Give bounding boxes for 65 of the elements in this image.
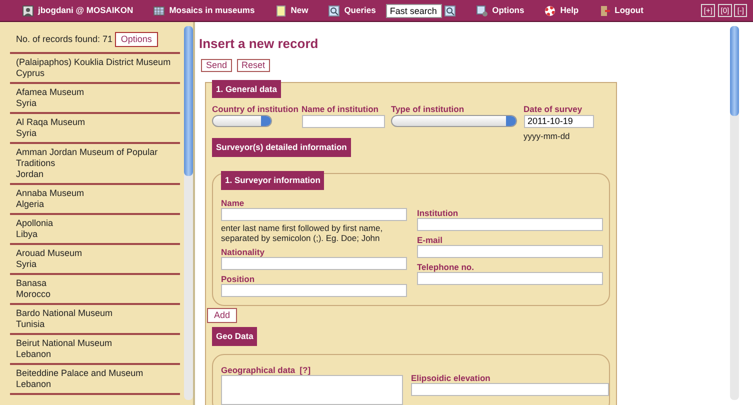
input-field[interactable] <box>221 284 407 297</box>
input-field[interactable] <box>417 218 603 231</box>
menu-link[interactable]: Queries <box>344 4 376 17</box>
records-count: No. of records found: 71 <box>16 34 113 45</box>
field-label: Type of institution <box>391 104 466 114</box>
search-field[interactable]: Fast search <box>386 4 442 18</box>
field-label: Name of institution <box>302 104 380 114</box>
input-field[interactable] <box>411 382 609 396</box>
select-field[interactable] <box>391 115 517 128</box>
field-label: Institution <box>417 208 460 218</box>
record-item[interactable]: Amman Jordan Museum of Popular Traditions Jordan <box>10 144 180 185</box>
field-label: Date of survey <box>524 104 584 114</box>
grid-icon <box>153 4 166 16</box>
field-label: Geographical data <box>221 364 296 375</box>
record-item[interactable]: (Palaipaphos) Kouklia District Museum Cyprus <box>10 54 180 84</box>
select-field[interactable] <box>212 115 272 128</box>
options-button[interactable]: Options <box>114 32 158 47</box>
format-hint: yyyy-mm-dd <box>524 131 571 142</box>
input-field[interactable]: 2011-10-19 <box>524 115 594 128</box>
scrollbar[interactable] <box>730 26 739 400</box>
menu-link[interactable]: New <box>290 4 308 17</box>
door-icon <box>598 4 611 16</box>
section-heading: Surveyor(s) detailed information <box>212 138 351 158</box>
menu-link[interactable]: Mosaics in museums <box>169 4 255 17</box>
add-button[interactable]: Add <box>207 308 238 323</box>
search-icon[interactable] <box>444 4 456 16</box>
field-label: Name <box>221 198 246 208</box>
user-icon <box>22 4 34 16</box>
form-button[interactable]: Reset <box>236 58 270 72</box>
field-label: Country of institution <box>212 104 297 114</box>
input-field[interactable] <box>221 208 407 221</box>
menu-link[interactable]: Help <box>560 4 579 17</box>
field-label: Elipsoidic elevation <box>411 372 492 383</box>
section-heading: Geo Data <box>212 326 258 346</box>
record-item[interactable]: Afamea Museum Syria <box>10 84 180 114</box>
field-label: Position <box>221 274 256 284</box>
help-link[interactable]: [?] <box>300 364 311 375</box>
record-item[interactable]: Arouad Museum Syria <box>10 245 180 275</box>
record-item[interactable]: Bardo National Museum Tunisia <box>10 305 180 335</box>
record-item[interactable]: Beirut National Museum Lebanon <box>10 335 180 365</box>
field-label: Telephone no. <box>417 262 475 272</box>
record-item[interactable]: Banasa Morocco <box>10 275 180 305</box>
record-item[interactable]: Al Raqa Museum Syria <box>10 114 180 144</box>
input-hint: enter last name first followed by first name, separated by semicolon (;). Eg. Doe; John <box>221 222 384 243</box>
menu-link[interactable]: Logout <box>614 4 644 17</box>
input-field[interactable] <box>417 244 603 258</box>
page-title: Insert a new record <box>199 36 320 52</box>
note-icon <box>274 4 287 16</box>
text-area[interactable] <box>221 374 403 405</box>
menu-link[interactable]: Options <box>492 4 524 17</box>
field-label: Nationality <box>221 246 266 257</box>
field-label: E-mail <box>417 234 444 245</box>
record-item[interactable]: Beiteddine Palace and Museum Lebanon <box>10 365 180 395</box>
scrollbar[interactable] <box>184 26 193 400</box>
user-label: jbogdani @ MOSAIKON <box>38 4 134 17</box>
record-item[interactable]: Apollonia Libya <box>10 215 180 245</box>
section-legend: 1. General data <box>212 80 281 98</box>
input-field[interactable] <box>221 256 407 270</box>
form-button[interactable]: Send <box>201 58 232 72</box>
record-item[interactable]: Annaba Museum Algeria <box>10 185 180 215</box>
magnifier-icon <box>328 4 340 16</box>
lifebuoy-icon <box>544 4 556 16</box>
subsection-legend: 1. Surveyor information <box>221 171 324 190</box>
input-field[interactable] <box>417 272 603 285</box>
input-field[interactable] <box>302 115 384 128</box>
